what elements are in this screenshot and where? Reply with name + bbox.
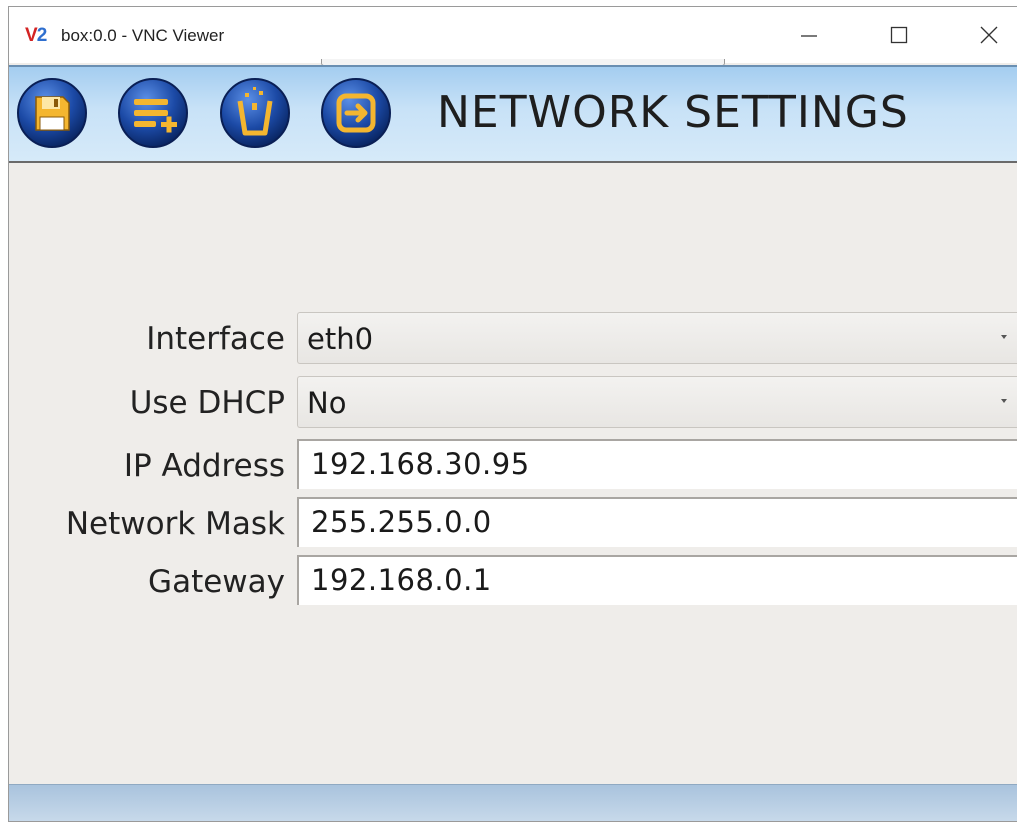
gateway-row: Gateway 192.168.0.1 — [9, 555, 1017, 609]
vnc-logo: V2 — [25, 25, 47, 46]
interface-select-value: eth0 — [307, 322, 374, 356]
add-button[interactable] — [117, 77, 189, 149]
exit-icon — [321, 78, 391, 148]
network-mask-field[interactable]: 255.255.0.0 — [297, 497, 1017, 547]
dropdown-arrow-icon — [1001, 399, 1007, 403]
gateway-label: Gateway — [148, 564, 285, 600]
maximize-button[interactable] — [877, 15, 921, 55]
ip-address-field[interactable]: 192.168.30.95 — [297, 439, 1017, 489]
ip-address-row: IP Address 192.168.30.95 — [9, 439, 1017, 493]
network-mask-label: Network Mask — [65, 506, 285, 542]
use-dhcp-label: Use DHCP — [129, 385, 285, 421]
window-title: box:0.0 - VNC Viewer — [61, 26, 225, 45]
gateway-value: 192.168.0.1 — [311, 563, 492, 597]
ip-address-label: IP Address — [123, 448, 285, 484]
app-toolbar: NETWORK SETTINGS — [9, 65, 1017, 163]
delete-button[interactable] — [219, 77, 291, 149]
gateway-field[interactable]: 192.168.0.1 — [297, 555, 1017, 605]
close-icon — [980, 26, 998, 44]
maximize-icon — [890, 26, 908, 44]
interface-select[interactable]: eth0 — [297, 312, 1017, 364]
minimize-button[interactable] — [787, 15, 831, 55]
save-button[interactable] — [16, 77, 88, 149]
use-dhcp-row: Use DHCP No — [9, 376, 1017, 430]
interface-label: Interface — [146, 321, 285, 357]
vnc-viewer-window: V2 box:0.0 - VNC Viewer NETWORK SETTINGS… — [8, 6, 1017, 822]
trash-icon — [220, 78, 290, 148]
network-mask-row: Network Mask 255.255.0.0 — [9, 497, 1017, 551]
exit-button[interactable] — [320, 77, 392, 149]
floppy-disk-save-icon — [17, 78, 87, 148]
page-title: NETWORK SETTINGS — [437, 87, 909, 138]
network-mask-value: 255.255.0.0 — [311, 505, 492, 539]
interface-row: Interface eth0 — [9, 312, 1017, 366]
window-titlebar[interactable]: V2 box:0.0 - VNC Viewer — [9, 7, 1017, 66]
bottom-status-bar — [9, 784, 1017, 821]
dropdown-arrow-icon — [1001, 335, 1007, 339]
use-dhcp-select-value: No — [307, 386, 347, 420]
minimize-icon — [801, 35, 817, 37]
use-dhcp-select[interactable]: No — [297, 376, 1017, 428]
ip-address-value: 192.168.30.95 — [311, 447, 530, 481]
close-button[interactable] — [967, 15, 1011, 55]
list-add-icon — [118, 78, 188, 148]
